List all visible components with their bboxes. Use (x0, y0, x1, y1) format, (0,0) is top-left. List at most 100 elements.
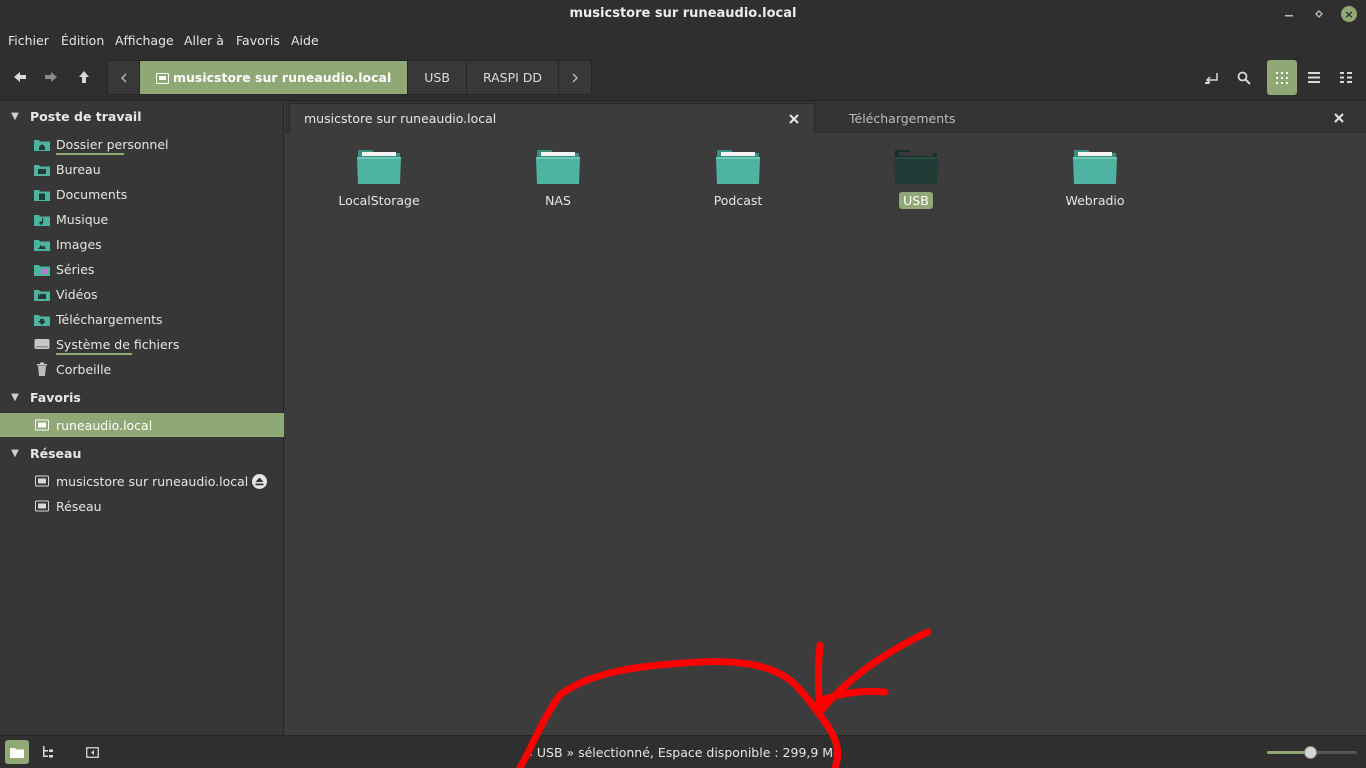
status-bar: « USB » sélectionné, Espace disponible :… (0, 735, 1366, 768)
breadcrumb: musicstore sur runeaudio.local USB RASPI… (107, 60, 593, 95)
folder-icon (357, 150, 401, 184)
tab-label: musicstore sur runeaudio.local (304, 111, 497, 126)
folder-name: Webradio (1065, 193, 1125, 208)
sidebar-item-reseau[interactable]: Réseau (0, 494, 284, 518)
menu-aide[interactable]: Aide (291, 33, 319, 48)
close-tab-button[interactable] (788, 113, 800, 125)
folder-item[interactable]: Webradio (1040, 148, 1150, 214)
sidebar-section-reseau[interactable]: ▼ Réseau (0, 441, 284, 465)
music-folder-icon (34, 212, 50, 226)
breadcrumb-label: USB (424, 70, 450, 85)
sidebar-section-favoris[interactable]: ▼ Favoris (0, 385, 284, 409)
downloads-folder-icon (34, 312, 50, 326)
breadcrumb-right-button[interactable] (559, 61, 591, 94)
tab-label: Téléchargements (849, 110, 956, 126)
videos-folder-icon (34, 287, 50, 301)
list-view-icon (1308, 72, 1320, 83)
up-button[interactable] (69, 60, 99, 94)
restore-icon (1315, 10, 1323, 18)
list-view-button[interactable] (1299, 60, 1329, 95)
sidebar-item-label: Musique (56, 211, 109, 227)
chevron-left-icon (120, 73, 126, 82)
breadcrumb-raspi-dd[interactable]: RASPI DD (467, 61, 560, 94)
folder-icon (716, 150, 760, 184)
sidebar-item-images[interactable]: Images (0, 232, 284, 256)
sidebar-item-label: musicstore sur runeaudio.local (56, 473, 249, 489)
expander-down-icon: ▼ (11, 391, 19, 403)
sidebar-item-label: runeaudio.local (56, 417, 153, 433)
folder-name: Podcast (713, 193, 763, 208)
close-icon: × (1341, 6, 1357, 22)
folder-item[interactable]: LocalStorage (324, 148, 434, 214)
sidebar-section-poste-de-travail[interactable]: ▼ Poste de travail (0, 104, 284, 128)
sidebar-item-runeaudio-local[interactable]: runeaudio.local (0, 413, 284, 437)
sidebar: ▼ Poste de travail Dossier personnel Bur… (0, 101, 284, 735)
maximize-button[interactable] (1309, 4, 1329, 24)
disk-usage-bar (56, 352, 133, 355)
sidebar-item-musicstore[interactable]: musicstore sur runeaudio.local (0, 469, 284, 493)
icon-view-icon (1276, 71, 1288, 84)
home-folder-icon (34, 137, 50, 151)
minimize-icon (1285, 15, 1293, 17)
folder-item[interactable]: Podcast (683, 148, 793, 214)
breadcrumb-usb[interactable]: USB (408, 61, 467, 94)
sidebar-item-label: Corbeille (56, 361, 112, 377)
folder-icon (1073, 150, 1117, 184)
zoom-slider[interactable] (1267, 746, 1357, 759)
sidebar-item-dossier-personnel[interactable]: Dossier personnel (0, 132, 284, 156)
pictures-folder-icon (34, 237, 50, 251)
menu-bar: Fichier Édition Affichage Aller à Favori… (0, 28, 1366, 54)
toggle-location-button[interactable] (1197, 60, 1227, 95)
expander-down-icon: ▼ (11, 110, 19, 122)
compact-view-icon (1340, 72, 1352, 83)
network-share-icon (156, 72, 169, 84)
sidebar-section-title: Réseau (30, 445, 82, 461)
sidebar-item-musique[interactable]: Musique (0, 207, 284, 231)
close-tab-button[interactable] (1333, 112, 1345, 124)
menu-affichage[interactable]: Affichage (115, 33, 174, 48)
menu-fichier[interactable]: Fichier (8, 33, 49, 48)
menu-aller-a[interactable]: Aller à (184, 33, 224, 48)
close-window-button[interactable]: × (1339, 4, 1359, 24)
folder-name: LocalStorage (338, 193, 420, 208)
folder-icon (894, 150, 938, 184)
desktop-folder-icon (34, 162, 50, 176)
forward-button[interactable] (36, 60, 66, 94)
folder-item[interactable]: NAS (503, 148, 613, 214)
folder-item-selected[interactable]: USB (861, 148, 971, 214)
sidebar-item-bureau[interactable]: Bureau (0, 157, 284, 181)
menu-favoris[interactable]: Favoris (236, 33, 280, 48)
sidebar-item-videos[interactable]: Vidéos (0, 282, 284, 306)
breadcrumb-musicstore[interactable]: musicstore sur runeaudio.local (140, 61, 409, 94)
network-share-icon (34, 474, 50, 488)
back-button[interactable] (5, 60, 35, 94)
network-icon (34, 499, 50, 513)
tab-telechargements[interactable]: Téléchargements (835, 103, 1366, 133)
folder-name: USB (899, 192, 933, 209)
eject-button[interactable] (252, 474, 267, 489)
sidebar-item-series[interactable]: Séries (0, 257, 284, 281)
sidebar-item-telechargements[interactable]: Téléchargements (0, 307, 284, 331)
breadcrumb-label: RASPI DD (482, 70, 543, 85)
compact-view-button[interactable] (1331, 60, 1361, 95)
toolbar: musicstore sur runeaudio.local USB RASPI… (0, 54, 1366, 101)
sidebar-section-title: Favoris (30, 389, 81, 405)
up-arrow-icon (79, 71, 89, 83)
close-icon (1334, 113, 1344, 123)
search-button[interactable] (1229, 60, 1259, 95)
breadcrumb-label: musicstore sur runeaudio.local (173, 70, 392, 85)
breadcrumb-left-button[interactable] (108, 61, 140, 94)
tab-bar: musicstore sur runeaudio.local Télécharg… (285, 101, 1366, 133)
icon-view-button[interactable] (1267, 60, 1297, 95)
folder-icon (536, 150, 580, 184)
trash-icon (34, 362, 50, 376)
folder-name: NAS (545, 193, 571, 208)
sidebar-item-systeme-de-fichiers[interactable]: Système de fichiers (0, 332, 284, 356)
sidebar-item-documents[interactable]: Documents (0, 182, 284, 206)
status-text: « USB » sélectionné, Espace disponible :… (525, 745, 841, 760)
tab-musicstore[interactable]: musicstore sur runeaudio.local (289, 103, 815, 133)
sidebar-item-label: Bureau (56, 161, 101, 177)
menu-edition[interactable]: Édition (61, 33, 104, 48)
sidebar-item-corbeille[interactable]: Corbeille (0, 357, 284, 381)
minimize-button[interactable] (1279, 4, 1299, 24)
